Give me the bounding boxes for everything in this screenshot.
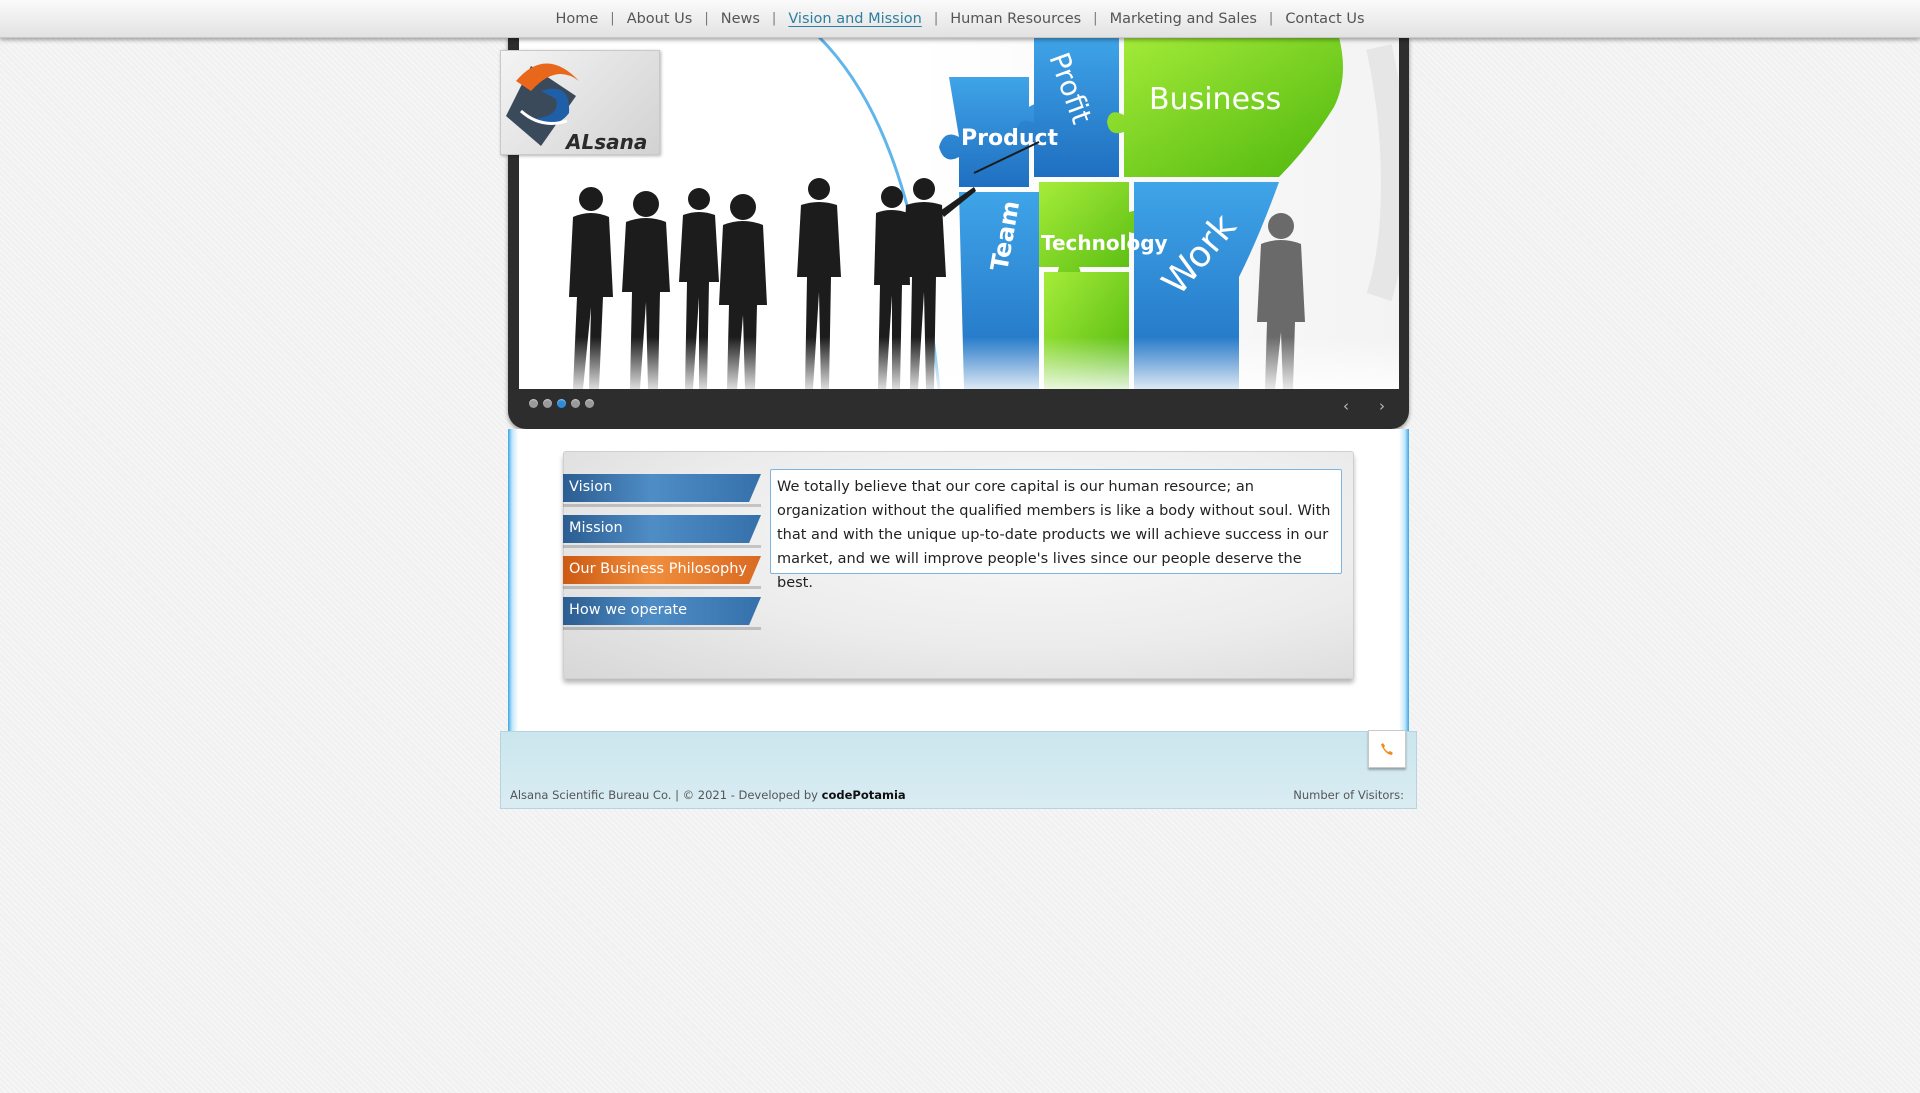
tab-mission[interactable]: Mission: [563, 515, 761, 543]
nav-item-vision-and-mission[interactable]: Vision and Mission: [776, 11, 934, 27]
nav-item-marketing-and-sales[interactable]: Marketing and Sales: [1098, 11, 1269, 27]
slide-pager: [529, 399, 594, 408]
tab-shadow: [563, 504, 761, 507]
phone-icon: [1381, 743, 1393, 755]
puzzle-word: Technology: [1041, 231, 1168, 255]
nav-item-contact-us[interactable]: Contact Us: [1273, 11, 1376, 27]
phone-button[interactable]: [1368, 730, 1406, 768]
copyright-text: Alsana Scientific Bureau Co. | © 2021 - …: [510, 788, 818, 802]
tab-shadow: [563, 627, 761, 630]
nav-item-about-us[interactable]: About Us: [615, 11, 705, 27]
main-nav: Home | About Us | News | Vision and Miss…: [0, 0, 1920, 37]
logo-text: ALsana: [566, 130, 648, 154]
slide-dot-active[interactable]: [557, 399, 566, 408]
tab-shadow: [563, 586, 761, 589]
tab-how-we-operate[interactable]: How we operate: [563, 597, 761, 625]
developer-link[interactable]: codePotamia: [822, 788, 906, 802]
slide-dot[interactable]: [585, 399, 594, 408]
chevron-left-icon[interactable]: ‹: [1343, 399, 1349, 414]
puzzle-word: Business: [1149, 82, 1281, 117]
footer: Alsana Scientific Bureau Co. | © 2021 - …: [500, 730, 1417, 809]
chevron-right-icon[interactable]: ›: [1379, 399, 1385, 414]
puzzle-word: Product: [961, 126, 1059, 151]
slide-dot[interactable]: [529, 399, 538, 408]
nav-item-news[interactable]: News: [709, 11, 772, 27]
nav-item-home[interactable]: Home: [543, 11, 610, 27]
tab-vision[interactable]: Vision: [563, 474, 761, 502]
philosophy-content-text: We totally believe that our core capital…: [770, 469, 1342, 591]
slide-dot[interactable]: [543, 399, 552, 408]
tab-shadow: [563, 545, 761, 548]
visitor-counter-label: Number of Visitors:: [1293, 788, 1404, 802]
footer-copyright: Alsana Scientific Bureau Co. | © 2021 - …: [510, 788, 906, 802]
nav-item-human-resources[interactable]: Human Resources: [938, 11, 1093, 27]
slide-dot[interactable]: [571, 399, 580, 408]
company-logo[interactable]: ALsana: [500, 50, 660, 155]
top-navigation-bar: Home | About Us | News | Vision and Miss…: [0, 0, 1920, 38]
tab-our-business-philosophy[interactable]: Our Business Philosophy: [563, 556, 761, 584]
main-container: Product Profit Business Team Technology …: [500, 37, 1417, 810]
